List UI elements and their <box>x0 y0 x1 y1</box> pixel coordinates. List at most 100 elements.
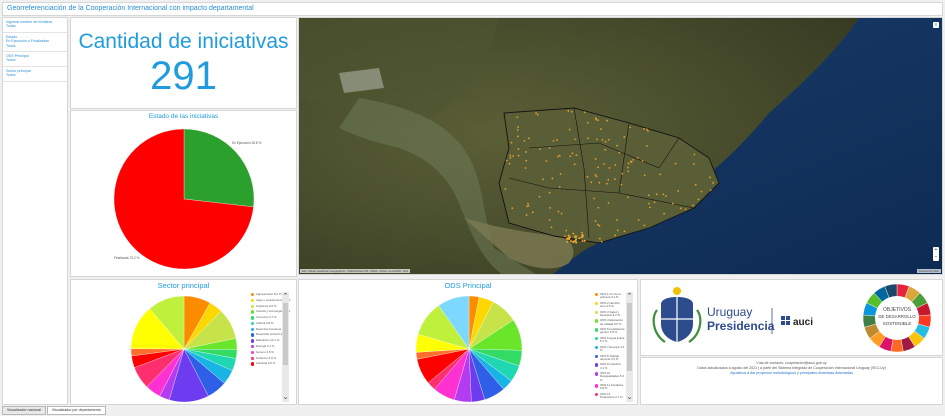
map-point[interactable] <box>548 147 551 149</box>
map-point[interactable] <box>509 154 512 157</box>
map-point[interactable] <box>632 158 635 161</box>
map-point[interactable] <box>709 176 711 179</box>
map-point[interactable] <box>655 193 658 196</box>
map-point[interactable] <box>586 175 589 178</box>
map-point[interactable] <box>659 173 662 176</box>
map-point[interactable] <box>570 240 573 243</box>
map-point[interactable] <box>598 224 601 227</box>
filter-status[interactable]: Estado En Ejecución y Finalizadas Todos <box>3 33 67 53</box>
scroll-up-icon[interactable]: ⌃ <box>282 293 289 300</box>
legend-item[interactable]: ODS 11 Ciudades 6.8 % <box>595 383 625 390</box>
map-point[interactable] <box>527 202 529 205</box>
legend-item[interactable]: ODS 9 Industria 4.1 % <box>595 363 625 369</box>
map-view[interactable]: ≡ + − Esri, Maxar, Earthstar Geographics… <box>298 17 943 275</box>
map-point[interactable] <box>596 138 598 141</box>
feedback-link[interactable]: Ayudanos a dar proyectos metodológicos y… <box>641 371 942 376</box>
map-point[interactable] <box>671 202 674 205</box>
map-point[interactable] <box>643 127 645 130</box>
map-point[interactable] <box>557 155 559 158</box>
map-point[interactable] <box>692 204 695 207</box>
map-point[interactable] <box>684 208 687 211</box>
map-point[interactable] <box>550 226 553 229</box>
map-point[interactable] <box>567 110 570 112</box>
map-point[interactable] <box>527 204 530 207</box>
map-point[interactable] <box>568 128 571 131</box>
map-point[interactable] <box>517 148 520 151</box>
map-point[interactable] <box>618 151 621 154</box>
map-point[interactable] <box>604 140 607 143</box>
map-point[interactable] <box>653 201 656 204</box>
map-point[interactable] <box>645 128 648 131</box>
map-point[interactable] <box>549 206 552 209</box>
ods-legend-scrollbar[interactable]: ⌃ ⌄ <box>626 292 633 402</box>
map-point[interactable] <box>616 229 619 232</box>
satellite-map[interactable] <box>299 18 943 275</box>
map-point[interactable] <box>645 145 648 147</box>
map-point[interactable] <box>573 163 576 166</box>
map-point[interactable] <box>662 193 665 196</box>
map-point[interactable] <box>574 240 577 243</box>
legend-item[interactable]: ODS 1 Fin de la pobreza 3.1 % <box>595 293 625 299</box>
map-point[interactable] <box>608 167 611 169</box>
map-point[interactable] <box>616 219 619 222</box>
map-point[interactable] <box>539 148 541 150</box>
map-point[interactable] <box>590 181 593 184</box>
map-point[interactable] <box>559 173 562 175</box>
map-point[interactable] <box>548 191 551 194</box>
map-point[interactable] <box>538 195 541 198</box>
map-point[interactable] <box>597 223 599 226</box>
map-point[interactable] <box>636 157 639 159</box>
map-point[interactable] <box>614 164 617 166</box>
map-point[interactable] <box>567 234 570 237</box>
map-point[interactable] <box>586 121 589 124</box>
map-point[interactable] <box>607 201 610 204</box>
map-point[interactable] <box>643 224 646 227</box>
map-point[interactable] <box>560 212 563 215</box>
map-point[interactable] <box>571 152 574 155</box>
map-point[interactable] <box>647 129 649 132</box>
map-point[interactable] <box>648 202 650 205</box>
map-point[interactable] <box>542 178 544 181</box>
map-point[interactable] <box>594 158 597 160</box>
map-point[interactable] <box>566 237 569 240</box>
map-point[interactable] <box>524 167 527 169</box>
map-point[interactable] <box>629 126 631 129</box>
map-point[interactable] <box>557 210 560 213</box>
map-point[interactable] <box>709 189 712 192</box>
map-point[interactable] <box>531 211 534 214</box>
map-point[interactable] <box>597 206 600 209</box>
map-point[interactable] <box>641 159 644 162</box>
map-point[interactable] <box>581 239 584 242</box>
map-point[interactable] <box>574 138 576 141</box>
legend-item[interactable]: ODS 7 Energía 3.4 % <box>595 345 625 352</box>
map-point[interactable] <box>572 232 575 235</box>
map-zoom-control[interactable]: + − <box>933 247 939 261</box>
filter-sector[interactable]: Sector principal Todos <box>3 67 67 82</box>
scroll-down-icon[interactable]: ⌄ <box>282 394 289 401</box>
map-point[interactable] <box>517 135 519 138</box>
map-point[interactable] <box>525 214 528 216</box>
map-point[interactable] <box>601 138 604 141</box>
map-point[interactable] <box>637 219 640 221</box>
map-point[interactable] <box>614 234 617 237</box>
map-point[interactable] <box>665 195 667 198</box>
map-point[interactable] <box>629 160 632 163</box>
filter-ods[interactable]: ODS Principal Todos <box>3 52 67 67</box>
legend-item[interactable]: ODS 4 Educación de calidad 9.6 % <box>595 319 625 325</box>
tab-department-view[interactable]: Visualizador por departamento <box>46 406 106 415</box>
sector-legend-scrollbar[interactable]: ⌃ ⌄ <box>282 292 289 402</box>
map-point[interactable] <box>620 183 623 186</box>
map-point[interactable] <box>517 126 520 129</box>
map-point[interactable] <box>508 162 511 165</box>
legend-item[interactable]: ODS 2 Hambre cero 4.5 % <box>595 301 625 308</box>
map-point[interactable] <box>595 175 598 178</box>
map-point[interactable] <box>581 231 584 234</box>
map-point[interactable] <box>523 140 526 142</box>
map-basemap-button[interactable]: ≡ <box>933 22 939 28</box>
map-point[interactable] <box>548 219 551 222</box>
map-point[interactable] <box>563 235 566 237</box>
map-point[interactable] <box>627 162 630 165</box>
map-point[interactable] <box>694 183 697 186</box>
map-point[interactable] <box>535 112 538 114</box>
map-point[interactable] <box>516 116 519 119</box>
